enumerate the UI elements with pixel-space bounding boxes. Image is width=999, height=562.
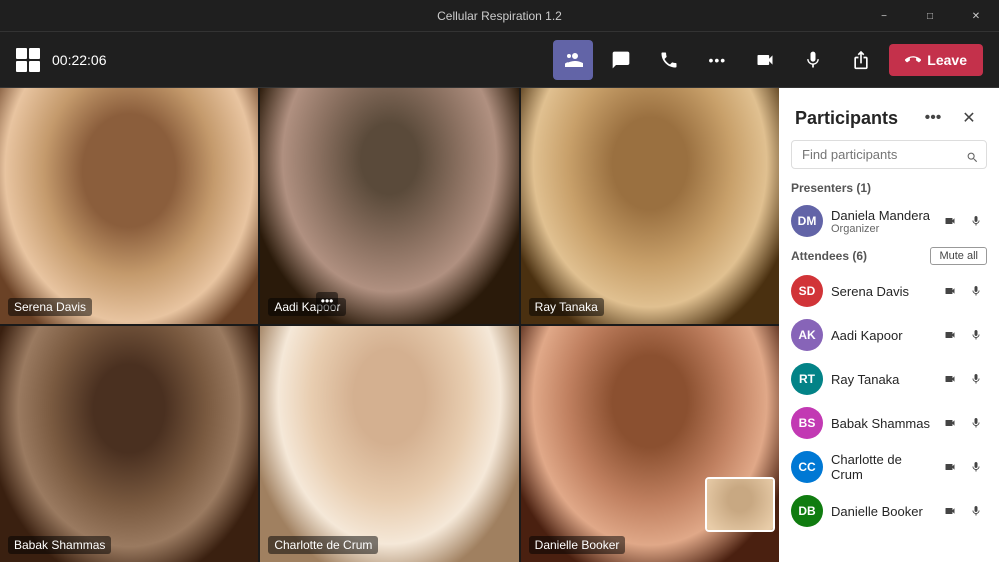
search-icon (966, 151, 979, 167)
mic-button[interactable] (793, 40, 833, 80)
participant-role-daniela: Organizer (831, 223, 931, 235)
tile-label-babak: Babak Shammas (8, 536, 111, 554)
participant-camera-babak[interactable] (939, 412, 961, 434)
tile-label-serena: Serena Davis (8, 298, 92, 316)
participant-info-daniela: Daniela Mandera Organizer (831, 208, 931, 235)
video-tile-danielle: Danielle Booker (521, 326, 779, 562)
participant-item-babak[interactable]: BS Babak Shammas (779, 401, 999, 445)
participant-name-charlotte: Charlotte de Crum (831, 452, 931, 482)
participant-item-ray[interactable]: RT Ray Tanaka (779, 357, 999, 401)
participant-item-charlotte[interactable]: CC Charlotte de Crum (779, 445, 999, 489)
participant-mic-danielle[interactable] (965, 500, 987, 522)
participant-camera-danielle[interactable] (939, 500, 961, 522)
participant-info-charlotte: Charlotte de Crum (831, 452, 931, 482)
participant-name-daniela: Daniela Mandera (831, 208, 931, 223)
participant-name-babak: Babak Shammas (831, 416, 931, 431)
video-tile-ray: Ray Tanaka (521, 88, 779, 324)
video-tile-aadi: Aadi Kapoor ••• Mute (260, 88, 518, 324)
close-button[interactable]: ✕ (953, 0, 999, 32)
participant-controls-charlotte (939, 456, 987, 478)
chat-icon-button[interactable] (601, 40, 641, 80)
tile-label-ray: Ray Tanaka (529, 298, 604, 316)
panel-more-button[interactable]: ••• (919, 104, 947, 132)
participant-controls-aadi (939, 324, 987, 346)
mute-all-button[interactable]: Mute all (930, 247, 987, 265)
window-controls: − □ ✕ (861, 0, 999, 32)
main-content: Serena Davis Aadi Kapoor ••• Mute (0, 88, 999, 562)
people-icon-button[interactable] (553, 40, 593, 80)
tile-more-button-aadi[interactable]: ••• (316, 292, 339, 310)
participant-controls-babak (939, 412, 987, 434)
title-bar: Cellular Respiration 1.2 − □ ✕ (0, 0, 999, 32)
panel-header-icons: ••• ✕ (919, 104, 983, 132)
phone-icon-button[interactable] (649, 40, 689, 80)
participant-controls-daniela (939, 210, 987, 232)
video-tile-charlotte: Charlotte de Crum (260, 326, 518, 562)
tile-label-charlotte: Charlotte de Crum (268, 536, 378, 554)
video-tile-serena: Serena Davis (0, 88, 258, 324)
participant-camera-charlotte[interactable] (939, 456, 961, 478)
call-timer: 00:22:06 (52, 52, 107, 68)
participant-info-babak: Babak Shammas (831, 416, 931, 431)
participant-info-ray: Ray Tanaka (831, 372, 931, 387)
avatar-babak: BS (791, 407, 823, 439)
participant-mic-daniela[interactable] (965, 210, 987, 232)
toolbar-left: 00:22:06 (16, 48, 553, 72)
participant-controls-danielle (939, 500, 987, 522)
tile-label-danielle: Danielle Booker (529, 536, 626, 554)
panel-header: Participants ••• ✕ (779, 88, 999, 140)
app-grid-icon[interactable] (16, 48, 40, 72)
avatar-daniela: DM (791, 205, 823, 237)
participant-info-danielle: Danielle Booker (831, 504, 931, 519)
participant-camera-aadi[interactable] (939, 324, 961, 346)
window-title: Cellular Respiration 1.2 (437, 9, 562, 23)
search-container (779, 140, 999, 177)
avatar-ray: RT (791, 363, 823, 395)
find-participants-input[interactable] (791, 140, 987, 169)
panel-title: Participants (795, 108, 898, 129)
video-grid: Serena Davis Aadi Kapoor ••• Mute (0, 88, 779, 562)
participant-item-aadi[interactable]: AK Aadi Kapoor (779, 313, 999, 357)
participants-list: Presenters (1) DM Daniela Mandera Organi… (779, 177, 999, 562)
participant-name-serena: Serena Davis (831, 284, 931, 299)
minimize-button[interactable]: − (861, 0, 907, 32)
participant-item-daniela[interactable]: DM Daniela Mandera Organizer (779, 199, 999, 243)
self-view-overlay (705, 477, 775, 532)
leave-button[interactable]: Leave (889, 44, 983, 76)
tile-label-aadi: Aadi Kapoor ••• (268, 298, 346, 316)
avatar-serena: SD (791, 275, 823, 307)
avatar-danielle: DB (791, 495, 823, 527)
participant-mic-aadi[interactable] (965, 324, 987, 346)
participant-camera-daniela[interactable] (939, 210, 961, 232)
presenters-section-header: Presenters (1) (779, 177, 999, 199)
participant-item-danielle[interactable]: DB Danielle Booker (779, 489, 999, 533)
participant-info-serena: Serena Davis (831, 284, 931, 299)
avatar-charlotte: CC (791, 451, 823, 483)
participant-name-danielle: Danielle Booker (831, 504, 931, 519)
video-tile-babak: Babak Shammas (0, 326, 258, 562)
participant-info-aadi: Aadi Kapoor (831, 328, 931, 343)
panel-close-button[interactable]: ✕ (955, 104, 983, 132)
more-options-button[interactable]: ••• (697, 40, 737, 80)
participant-mic-charlotte[interactable] (965, 456, 987, 478)
participant-mic-serena[interactable] (965, 280, 987, 302)
maximize-button[interactable]: □ (907, 0, 953, 32)
participant-mic-ray[interactable] (965, 368, 987, 390)
camera-button[interactable] (745, 40, 785, 80)
toolbar: 00:22:06 ••• (0, 32, 999, 88)
participant-camera-serena[interactable] (939, 280, 961, 302)
participant-camera-ray[interactable] (939, 368, 961, 390)
participant-name-ray: Ray Tanaka (831, 372, 931, 387)
participants-panel: Participants ••• ✕ Presenters (1) DM (779, 88, 999, 562)
share-button[interactable] (841, 40, 881, 80)
participant-controls-serena (939, 280, 987, 302)
attendees-section-header: Attendees (6) Mute all (779, 243, 999, 269)
toolbar-center: ••• Leave (553, 40, 983, 80)
participant-item-serena[interactable]: SD Serena Davis (779, 269, 999, 313)
participant-mic-babak[interactable] (965, 412, 987, 434)
avatar-aadi: AK (791, 319, 823, 351)
participant-name-aadi: Aadi Kapoor (831, 328, 931, 343)
participant-controls-ray (939, 368, 987, 390)
